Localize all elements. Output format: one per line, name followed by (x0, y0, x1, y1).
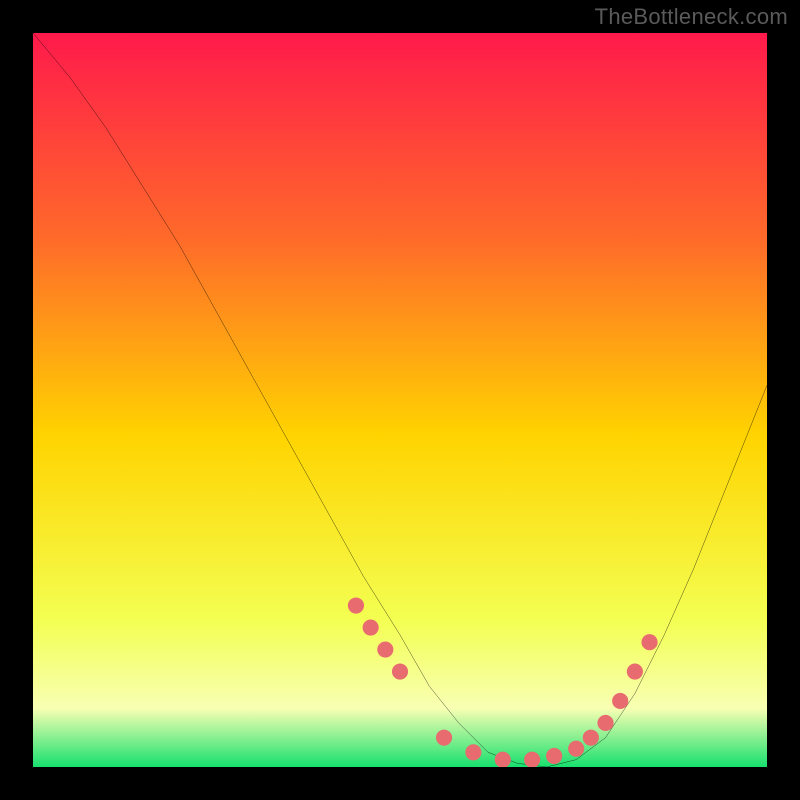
watermark-text: TheBottleneck.com (595, 4, 788, 30)
chart-svg (33, 33, 767, 767)
marker-point (465, 744, 481, 760)
marker-point (436, 730, 452, 746)
marker-point (377, 641, 393, 657)
chart-plot-area (33, 33, 767, 767)
marker-point (392, 664, 408, 680)
chart-frame: TheBottleneck.com (0, 0, 800, 800)
marker-point (597, 715, 613, 731)
marker-point (348, 597, 364, 613)
marker-point (583, 730, 599, 746)
gradient-background (33, 33, 767, 767)
marker-point (524, 752, 540, 767)
marker-point (568, 741, 584, 757)
marker-point (612, 693, 628, 709)
marker-point (627, 664, 643, 680)
marker-point (495, 752, 511, 767)
marker-point (546, 748, 562, 764)
marker-point (641, 634, 657, 650)
marker-point (363, 619, 379, 635)
